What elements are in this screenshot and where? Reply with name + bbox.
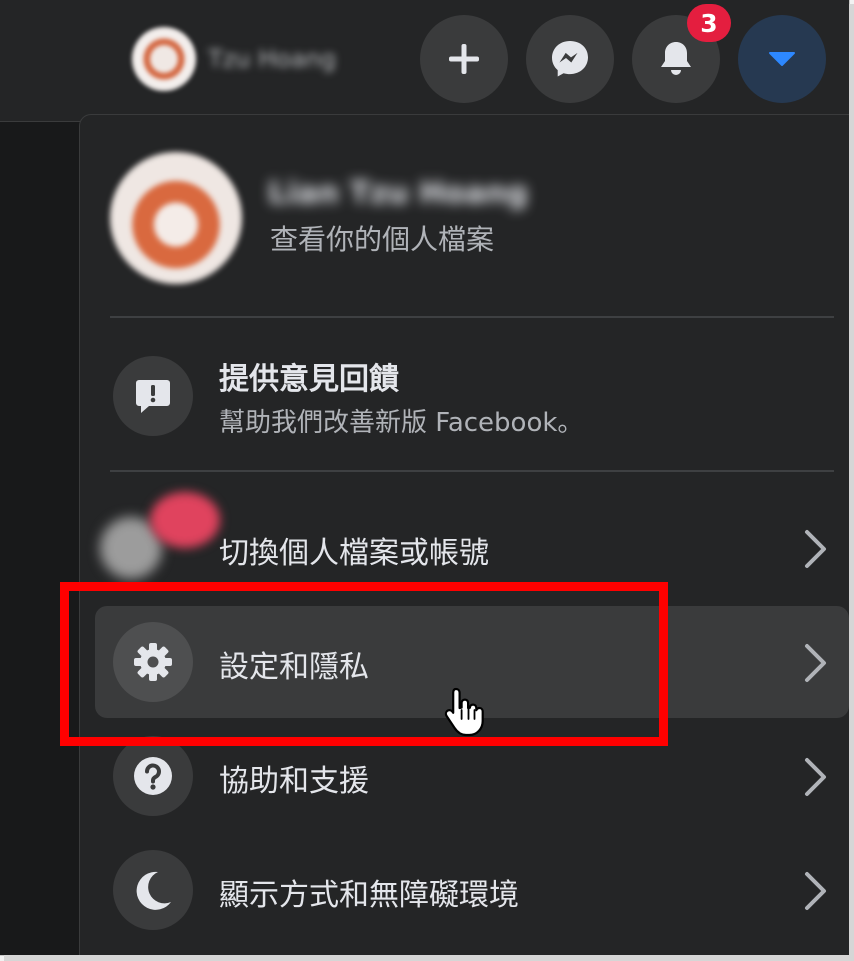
avatar bbox=[132, 27, 196, 91]
display-accessibility-label: 顯示方式和無障礙環境 bbox=[219, 878, 519, 913]
chevron-right-icon bbox=[805, 872, 826, 910]
page-background bbox=[0, 122, 78, 955]
help-support-label: 協助和支援 bbox=[219, 764, 369, 799]
notification-count-badge: 3 bbox=[687, 4, 731, 42]
plus-icon bbox=[449, 44, 479, 74]
window-shadow bbox=[4, 955, 854, 961]
feedback-icon-circle bbox=[113, 356, 193, 436]
profile-shortcut[interactable]: Tzu Hoang bbox=[132, 24, 336, 94]
chevron-right-icon bbox=[805, 758, 826, 796]
chevron-right-icon bbox=[805, 530, 826, 568]
top-navigation-bar: Tzu Hoang 3 bbox=[0, 0, 849, 122]
moon-icon bbox=[136, 871, 171, 910]
display-accessibility-item[interactable]: 顯示方式和無障礙環境 bbox=[95, 834, 849, 946]
display-icon-circle bbox=[113, 850, 193, 930]
give-feedback-item[interactable]: 提供意見回饋 幫助我們改善新版 Facebook。 bbox=[95, 340, 849, 452]
question-icon bbox=[134, 757, 172, 795]
window-shadow bbox=[849, 4, 854, 959]
profile-shortcut-name: Tzu Hoang bbox=[208, 45, 336, 73]
account-menu-button[interactable] bbox=[738, 15, 826, 103]
create-button[interactable] bbox=[420, 15, 508, 103]
feedback-title: 提供意見回饋 bbox=[219, 362, 399, 397]
switch-profile-label: 切換個人檔案或帳號 bbox=[219, 536, 489, 571]
caret-down-icon bbox=[769, 52, 795, 66]
feedback-icon bbox=[136, 380, 170, 413]
help-icon-circle bbox=[113, 736, 193, 816]
view-profile-link[interactable]: 查看你的個人檔案 bbox=[270, 218, 494, 258]
avatar bbox=[110, 152, 242, 284]
feedback-subtitle: 幫助我們改善新版 Facebook。 bbox=[219, 408, 584, 438]
messenger-icon bbox=[552, 41, 588, 77]
hand-cursor-icon bbox=[444, 687, 484, 737]
messenger-button[interactable] bbox=[526, 15, 614, 103]
profile-name: Lian Tzu Hoang bbox=[268, 176, 528, 211]
highlight-box bbox=[60, 582, 668, 746]
menu-divider bbox=[110, 470, 834, 472]
menu-divider bbox=[110, 316, 834, 318]
bell-icon bbox=[661, 42, 691, 75]
chevron-right-icon bbox=[805, 644, 826, 682]
facebook-window: Tzu Hoang 3 Lian Tzu Hoang 查看你的個人檔案 提供意見… bbox=[0, 0, 850, 956]
